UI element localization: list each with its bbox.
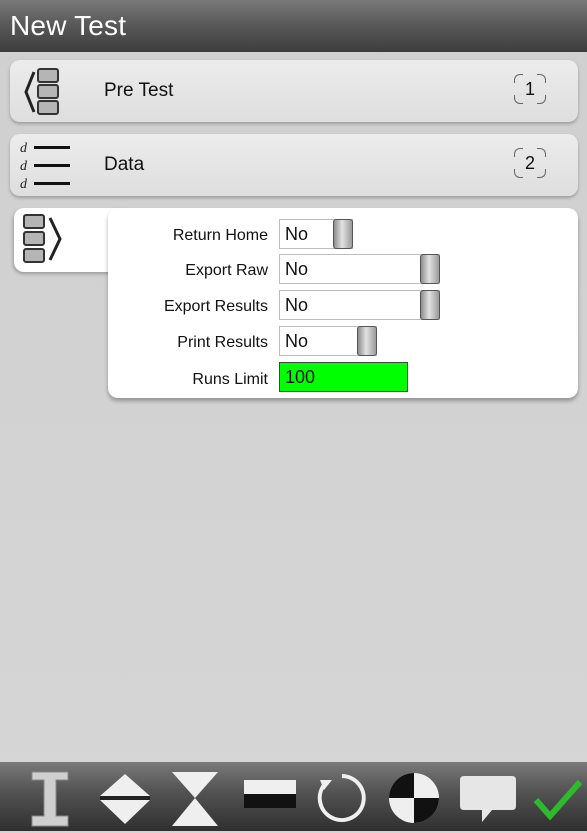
return-home-dropdown-handle[interactable]	[333, 219, 353, 249]
badge-number: 1	[524, 78, 535, 99]
post-test-icon	[20, 212, 68, 273]
section-number-badge: 2	[512, 146, 548, 180]
export-results-dropdown-handle[interactable]	[420, 290, 440, 320]
refresh-icon[interactable]	[314, 768, 370, 828]
svg-text:d: d	[20, 177, 28, 192]
export-results-value: No	[285, 295, 309, 315]
print-results-value: No	[285, 331, 309, 351]
svg-text:d: d	[20, 159, 28, 174]
bottom-toolbar	[0, 762, 587, 831]
up-down-arrows-icon[interactable]	[96, 768, 154, 828]
export-raw-dropdown-handle[interactable]	[420, 254, 440, 284]
section-number-badge: 1	[512, 72, 548, 106]
export-results-select[interactable]: No	[279, 290, 440, 320]
badge-number: 2	[524, 152, 535, 173]
window-title: New Test	[10, 10, 127, 41]
i-beam-icon[interactable]	[26, 768, 74, 828]
checkmark-icon[interactable]	[530, 768, 586, 828]
data-list-icon: d d d	[18, 138, 74, 199]
export-raw-label: Export Raw	[185, 262, 268, 279]
section-data[interactable]: d d d Data 2	[10, 134, 578, 196]
quadrant-circle-icon[interactable]	[386, 768, 442, 828]
pre-test-icon	[22, 66, 66, 123]
speech-bubble-icon[interactable]	[458, 768, 518, 828]
runs-limit-label: Runs Limit	[192, 371, 268, 388]
runs-limit-input[interactable]: 100	[279, 362, 408, 392]
export-raw-select[interactable]: No	[279, 254, 440, 284]
title-bar: New Test	[0, 0, 587, 52]
section-label: Data	[104, 154, 145, 175]
section-pre-test[interactable]: Pre Test 1	[10, 60, 578, 122]
return-home-select[interactable]: No	[279, 219, 353, 249]
svg-text:d: d	[20, 141, 28, 156]
section-label: Pre Test	[104, 80, 174, 101]
print-results-label: Print Results	[177, 334, 268, 351]
return-home-label: Return Home	[172, 227, 268, 244]
hourglass-icon[interactable]	[168, 768, 222, 828]
print-results-dropdown-handle[interactable]	[357, 326, 377, 356]
app-window: New Test Pre Test 1 d d d Data 2 Return …	[0, 0, 587, 831]
print-results-select[interactable]: No	[279, 326, 377, 356]
export-results-label: Export Results	[163, 298, 268, 315]
runs-limit-value: 100	[285, 367, 316, 387]
return-home-value: No	[285, 224, 309, 244]
rectangle-icon[interactable]	[242, 768, 298, 828]
export-raw-value: No	[285, 259, 309, 279]
